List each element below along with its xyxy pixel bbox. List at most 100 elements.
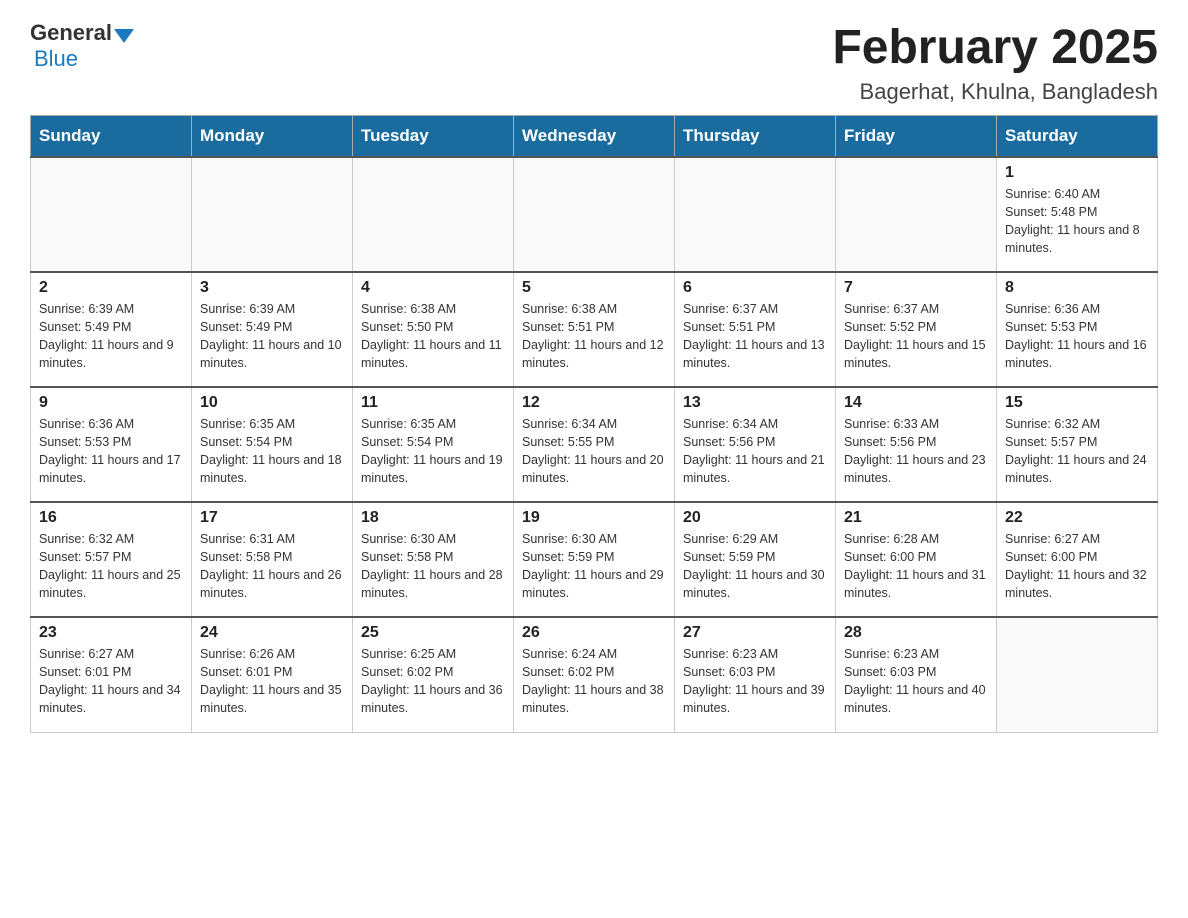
weekday-header-friday: Friday xyxy=(836,116,997,158)
week-row-4: 16Sunrise: 6:32 AM Sunset: 5:57 PM Dayli… xyxy=(31,502,1158,617)
day-info: Sunrise: 6:38 AM Sunset: 5:51 PM Dayligh… xyxy=(522,300,666,373)
week-row-3: 9 Sunrise: 6:36 AM Sunset: 5:53 PM Daylig… xyxy=(31,387,1158,502)
logo-general-text: General xyxy=(30,20,112,46)
day-number: 6 xyxy=(683,279,827,297)
logo-blue-text: Blue xyxy=(34,46,78,71)
calendar-cell xyxy=(514,157,675,272)
day-number: 21 xyxy=(844,509,988,527)
calendar-cell: 21 Sunrise: 6:28 AM Sunset: 6:00 PM Dayli… xyxy=(836,502,997,617)
page-header: General Blue February 2025 Bagerhat, Khu… xyxy=(30,20,1158,105)
day-number: 4 xyxy=(361,279,505,297)
calendar-cell: 3 Sunrise: 6:39 AM Sunset: 5:49 PM Daylig… xyxy=(192,272,353,387)
calendar-cell: 17 Sunrise: 6:31 AM Sunset: 5:58 PM Dayli… xyxy=(192,502,353,617)
day-info: Sunrise: 6:34 AM Sunset: 5:55 PM Dayligh… xyxy=(522,415,666,488)
calendar-cell xyxy=(675,157,836,272)
day-info: Sunrise: 6:39 AM Sunset: 5:49 PM Dayligh… xyxy=(39,300,183,373)
day-number: 15 xyxy=(1005,394,1149,412)
calendar-cell: 19 Sunrise: 6:30 AM Sunset: 5:59 PM Dayli… xyxy=(514,502,675,617)
day-info: Sunrise: 6:27 AM Sunset: 6:01 PM Dayligh… xyxy=(39,645,183,718)
day-number: 27 xyxy=(683,624,827,642)
weekday-header-row: SundayMondayTuesdayWednesdayThursdayFrid… xyxy=(31,116,1158,158)
day-info: Sunrise: 6:36 AM Sunset: 5:53 PM Dayligh… xyxy=(39,415,183,488)
month-title: February 2025 xyxy=(832,20,1158,75)
calendar-cell xyxy=(31,157,192,272)
day-number: 17 xyxy=(200,509,344,527)
calendar-cell: 14Sunrise: 6:33 AM Sunset: 5:56 PM Dayli… xyxy=(836,387,997,502)
day-number: 11 xyxy=(361,394,505,412)
calendar-cell xyxy=(836,157,997,272)
calendar-cell: 12 Sunrise: 6:34 AM Sunset: 5:55 PM Dayli… xyxy=(514,387,675,502)
calendar-cell: 23 Sunrise: 6:27 AM Sunset: 6:01 PM Dayli… xyxy=(31,617,192,732)
day-number: 2 xyxy=(39,279,183,297)
day-number: 14 xyxy=(844,394,988,412)
day-number: 26 xyxy=(522,624,666,642)
calendar-cell: 13 Sunrise: 6:34 AM Sunset: 5:56 PM Dayli… xyxy=(675,387,836,502)
day-number: 10 xyxy=(200,394,344,412)
day-info: Sunrise: 6:30 AM Sunset: 5:59 PM Dayligh… xyxy=(522,530,666,603)
day-info: Sunrise: 6:35 AM Sunset: 5:54 PM Dayligh… xyxy=(361,415,505,488)
day-info: Sunrise: 6:32 AM Sunset: 5:57 PM Dayligh… xyxy=(1005,415,1149,488)
day-number: 22 xyxy=(1005,509,1149,527)
day-info: Sunrise: 6:37 AM Sunset: 5:51 PM Dayligh… xyxy=(683,300,827,373)
calendar-cell: 11 Sunrise: 6:35 AM Sunset: 5:54 PM Dayli… xyxy=(353,387,514,502)
week-row-1: 1Sunrise: 6:40 AM Sunset: 5:48 PM Daylig… xyxy=(31,157,1158,272)
day-info: Sunrise: 6:37 AM Sunset: 5:52 PM Dayligh… xyxy=(844,300,988,373)
day-info: Sunrise: 6:39 AM Sunset: 5:49 PM Dayligh… xyxy=(200,300,344,373)
day-number: 5 xyxy=(522,279,666,297)
week-row-5: 23 Sunrise: 6:27 AM Sunset: 6:01 PM Dayli… xyxy=(31,617,1158,732)
calendar-cell: 8Sunrise: 6:36 AM Sunset: 5:53 PM Daylig… xyxy=(997,272,1158,387)
day-number: 13 xyxy=(683,394,827,412)
day-info: Sunrise: 6:34 AM Sunset: 5:56 PM Dayligh… xyxy=(683,415,827,488)
day-info: Sunrise: 6:27 AM Sunset: 6:00 PM Dayligh… xyxy=(1005,530,1149,603)
day-info: Sunrise: 6:35 AM Sunset: 5:54 PM Dayligh… xyxy=(200,415,344,488)
day-number: 12 xyxy=(522,394,666,412)
day-info: Sunrise: 6:30 AM Sunset: 5:58 PM Dayligh… xyxy=(361,530,505,603)
calendar-cell: 10 Sunrise: 6:35 AM Sunset: 5:54 PM Dayli… xyxy=(192,387,353,502)
day-number: 19 xyxy=(522,509,666,527)
calendar-cell: 6 Sunrise: 6:37 AM Sunset: 5:51 PM Daylig… xyxy=(675,272,836,387)
day-info: Sunrise: 6:25 AM Sunset: 6:02 PM Dayligh… xyxy=(361,645,505,718)
calendar-cell: 20Sunrise: 6:29 AM Sunset: 5:59 PM Dayli… xyxy=(675,502,836,617)
calendar-cell: 4 Sunrise: 6:38 AM Sunset: 5:50 PM Daylig… xyxy=(353,272,514,387)
location-subtitle: Bagerhat, Khulna, Bangladesh xyxy=(832,79,1158,105)
calendar-cell: 22 Sunrise: 6:27 AM Sunset: 6:00 PM Dayli… xyxy=(997,502,1158,617)
day-number: 28 xyxy=(844,624,988,642)
calendar-cell: 26 Sunrise: 6:24 AM Sunset: 6:02 PM Dayli… xyxy=(514,617,675,732)
day-number: 16 xyxy=(39,509,183,527)
weekday-header-monday: Monday xyxy=(192,116,353,158)
calendar-cell: 24Sunrise: 6:26 AM Sunset: 6:01 PM Dayli… xyxy=(192,617,353,732)
week-row-2: 2 Sunrise: 6:39 AM Sunset: 5:49 PM Daylig… xyxy=(31,272,1158,387)
calendar-cell: 25 Sunrise: 6:25 AM Sunset: 6:02 PM Dayli… xyxy=(353,617,514,732)
day-number: 9 xyxy=(39,394,183,412)
calendar-cell: 28Sunrise: 6:23 AM Sunset: 6:03 PM Dayli… xyxy=(836,617,997,732)
weekday-header-thursday: Thursday xyxy=(675,116,836,158)
calendar-cell: 18 Sunrise: 6:30 AM Sunset: 5:58 PM Dayli… xyxy=(353,502,514,617)
calendar-cell: 16Sunrise: 6:32 AM Sunset: 5:57 PM Dayli… xyxy=(31,502,192,617)
weekday-header-saturday: Saturday xyxy=(997,116,1158,158)
weekday-header-wednesday: Wednesday xyxy=(514,116,675,158)
day-info: Sunrise: 6:24 AM Sunset: 6:02 PM Dayligh… xyxy=(522,645,666,718)
calendar-cell: 7 Sunrise: 6:37 AM Sunset: 5:52 PM Daylig… xyxy=(836,272,997,387)
day-info: Sunrise: 6:29 AM Sunset: 5:59 PM Dayligh… xyxy=(683,530,827,603)
day-number: 1 xyxy=(1005,164,1149,182)
weekday-header-tuesday: Tuesday xyxy=(353,116,514,158)
day-number: 18 xyxy=(361,509,505,527)
day-number: 7 xyxy=(844,279,988,297)
calendar-cell: 1Sunrise: 6:40 AM Sunset: 5:48 PM Daylig… xyxy=(997,157,1158,272)
title-block: February 2025 Bagerhat, Khulna, Banglade… xyxy=(832,20,1158,105)
day-info: Sunrise: 6:38 AM Sunset: 5:50 PM Dayligh… xyxy=(361,300,505,373)
day-info: Sunrise: 6:28 AM Sunset: 6:00 PM Dayligh… xyxy=(844,530,988,603)
calendar-cell xyxy=(997,617,1158,732)
day-info: Sunrise: 6:36 AM Sunset: 5:53 PM Dayligh… xyxy=(1005,300,1149,373)
day-number: 25 xyxy=(361,624,505,642)
logo: General Blue xyxy=(30,20,136,72)
calendar-cell: 27 Sunrise: 6:23 AM Sunset: 6:03 PM Dayli… xyxy=(675,617,836,732)
day-number: 23 xyxy=(39,624,183,642)
calendar-cell: 9 Sunrise: 6:36 AM Sunset: 5:53 PM Daylig… xyxy=(31,387,192,502)
day-info: Sunrise: 6:31 AM Sunset: 5:58 PM Dayligh… xyxy=(200,530,344,603)
day-number: 3 xyxy=(200,279,344,297)
calendar-cell: 5 Sunrise: 6:38 AM Sunset: 5:51 PM Daylig… xyxy=(514,272,675,387)
weekday-header-sunday: Sunday xyxy=(31,116,192,158)
logo-arrow-icon xyxy=(114,29,134,43)
day-info: Sunrise: 6:23 AM Sunset: 6:03 PM Dayligh… xyxy=(683,645,827,718)
